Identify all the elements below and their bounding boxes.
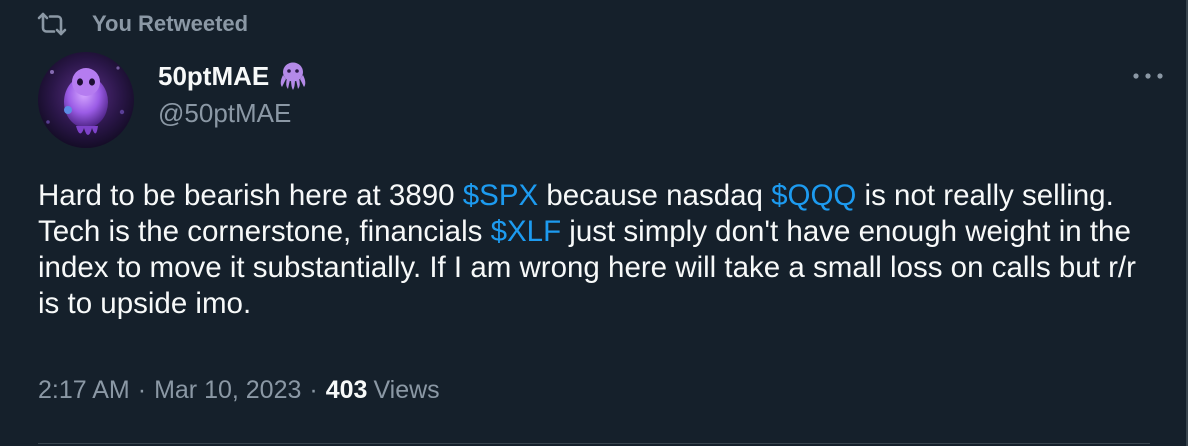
social-context[interactable]: You Retweeted <box>36 10 248 38</box>
meta-separator: · <box>309 375 318 404</box>
author-name-row[interactable]: 50ptMAE <box>158 58 311 94</box>
meta-separator: · <box>137 375 147 404</box>
cashtag-link[interactable]: $SPX <box>463 179 538 212</box>
retweet-label: You Retweeted <box>92 11 249 36</box>
views-label[interactable]: Views <box>373 376 439 405</box>
display-name[interactable]: 50ptMAE <box>158 61 269 92</box>
retweet-icon <box>36 10 72 38</box>
tweet-time[interactable]: 2:17 AM <box>38 376 130 405</box>
tweet-metadata: 2:17 AM · Mar 10, 2023 · 403 Views <box>38 372 440 408</box>
tweet-text-segment: Hard to be bearish here at 3890 <box>38 179 463 212</box>
avatar[interactable] <box>38 52 134 148</box>
views-count[interactable]: 403 <box>326 376 368 405</box>
tweet-text-segment: because nasdaq <box>538 179 772 212</box>
more-dots-icon <box>1131 68 1165 86</box>
octopus-emoji-icon <box>277 60 311 92</box>
cashtag-link[interactable]: $QQQ <box>771 179 856 212</box>
divider <box>38 443 1150 444</box>
tweet-date[interactable]: Mar 10, 2023 <box>154 376 301 405</box>
cashtag-link[interactable]: $XLF <box>491 215 562 248</box>
tweet-text: Hard to be bearish here at 3890 $SPX bec… <box>38 178 1148 322</box>
author-handle[interactable]: @50ptMAE <box>158 98 291 129</box>
more-button[interactable] <box>1128 62 1168 92</box>
